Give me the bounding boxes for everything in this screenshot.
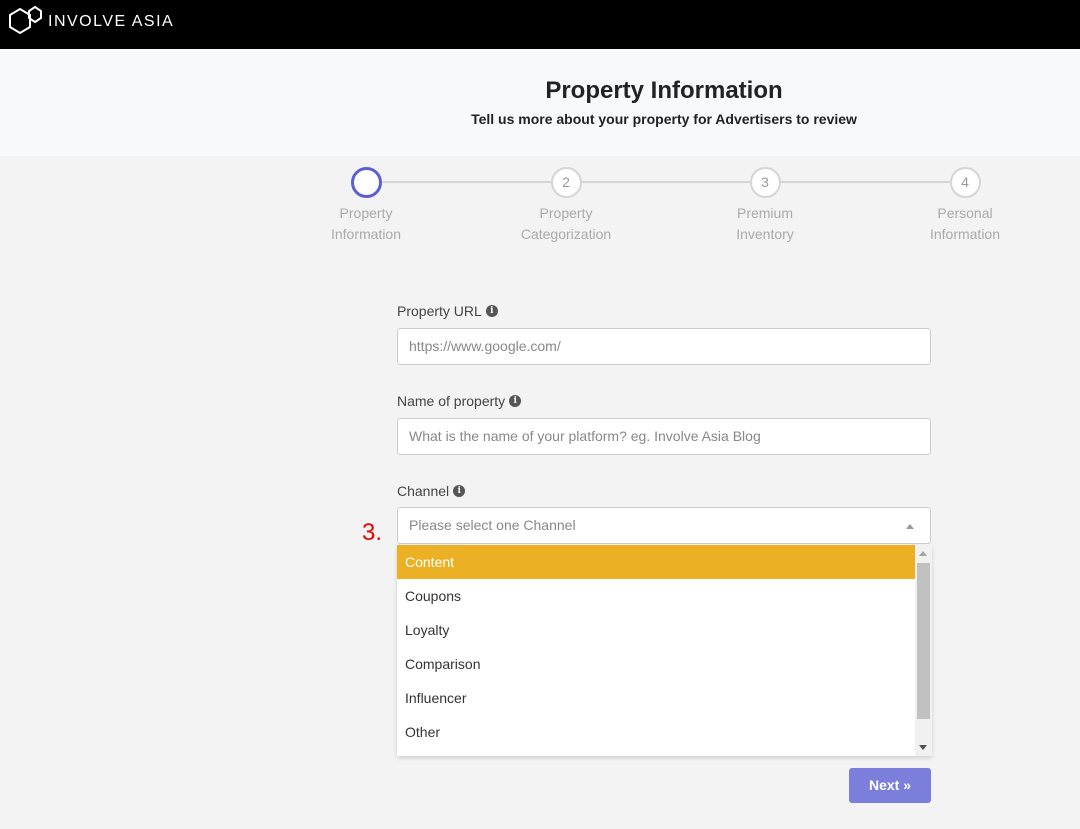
option-loyalty[interactable]: Loyalty [397, 613, 915, 647]
channel-dropdown: Content Coupons Loyalty Comparison Influ… [397, 545, 932, 756]
property-name-input[interactable]: What is the name of your platform? eg. I… [397, 418, 931, 455]
option-other[interactable]: Other [397, 715, 915, 749]
info-icon[interactable]: i [509, 395, 522, 407]
step-label: Personal [937, 205, 993, 221]
step-circle: 3 [749, 167, 781, 198]
page-header: Property Information Tell us more about … [0, 49, 1080, 156]
step-label: Premium [736, 205, 793, 221]
annotation-marker: 3. [362, 519, 383, 546]
stepper-line [382, 181, 950, 183]
label-text: Property URL [397, 303, 482, 319]
step-label: Property [339, 205, 393, 221]
dropdown-scrollbar[interactable] [915, 545, 932, 756]
hexagon-logo-icon [9, 5, 42, 35]
next-button[interactable]: Next » [849, 768, 931, 803]
top-bar: INVOLVE ASIA [0, 0, 1080, 49]
property-name-label: Name of property i [397, 393, 522, 409]
step-label: Categorization [520, 226, 612, 242]
scrollbar-thumb[interactable] [917, 563, 930, 719]
option-influencer[interactable]: Influencer [397, 681, 915, 715]
step-label: Property [539, 205, 593, 221]
property-url-input[interactable]: https://www.google.com/ [397, 328, 931, 365]
channel-select[interactable]: Please select one Channel [397, 507, 931, 544]
brand-logo[interactable]: INVOLVE ASIA [6, 5, 174, 39]
step-premium-inventory: 3 Premium Inventory [705, 167, 825, 245]
option-coupons[interactable]: Coupons [397, 579, 915, 613]
select-placeholder: Please select one Channel [409, 517, 576, 533]
info-icon[interactable]: i [453, 485, 466, 497]
page-title: Property Information [545, 77, 783, 104]
step-circle [350, 167, 382, 198]
step-label: Information [929, 226, 1001, 242]
option-comparison[interactable]: Comparison [397, 647, 915, 681]
step-personal-information: 4 Personal Information [905, 167, 1025, 245]
property-url-label: Property URL i [397, 303, 498, 319]
step-label: Inventory [736, 226, 794, 242]
label-text: Channel [397, 483, 450, 499]
scroll-up-icon[interactable] [919, 551, 927, 556]
step-circle: 4 [949, 167, 981, 198]
option-content[interactable]: Content [397, 545, 915, 579]
page-subtitle: Tell us more about your property for Adv… [471, 111, 857, 127]
caret-up-icon [906, 524, 914, 529]
step-property-categorization: 2 Property Categorization [506, 167, 626, 245]
step-label: Information [330, 226, 402, 242]
label-text: Name of property [397, 393, 506, 409]
step-circle: 2 [550, 167, 582, 198]
channel-label: Channel i [397, 483, 466, 499]
scroll-down-icon[interactable] [919, 745, 927, 750]
step-property-information: Property Information [306, 167, 426, 245]
info-icon[interactable]: i [485, 305, 498, 317]
brand-name: INVOLVE ASIA [48, 13, 175, 30]
